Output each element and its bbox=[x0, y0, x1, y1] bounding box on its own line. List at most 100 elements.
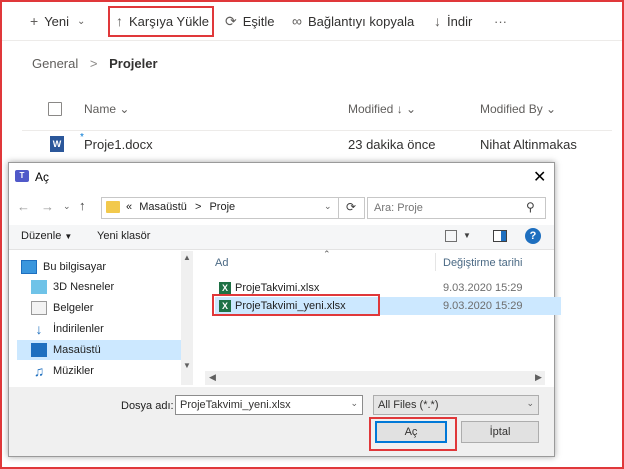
help-icon[interactable]: ? bbox=[525, 228, 541, 244]
sync-label: Eşitle bbox=[242, 13, 275, 29]
close-icon[interactable]: ✕ bbox=[533, 167, 546, 187]
view-options-icon[interactable] bbox=[445, 230, 457, 242]
nav-item-label: 3D Nesneler bbox=[53, 281, 115, 293]
file-type-select[interactable]: All Files (*.*) ⌄ bbox=[373, 395, 539, 415]
nav-item-desktop[interactable]: Masaüstü bbox=[17, 340, 187, 360]
nav-scrollbar[interactable]: ▼ ▲ bbox=[181, 251, 193, 385]
organize-button[interactable]: Düzenle ▼ bbox=[21, 230, 72, 242]
sort-up-arrow-icon: ⌃ bbox=[323, 249, 331, 259]
filename-value: ProjeTakvimi_yeni.xlsx bbox=[180, 399, 291, 411]
address-path: « Masaüstü > Proje bbox=[126, 201, 235, 213]
breadcrumb-parent[interactable]: General bbox=[32, 56, 78, 71]
screenshot-frame: + Yeni ⌄ ↑ Karşıya Yükle ⟳ Eşitle ∞ Bağl… bbox=[0, 0, 624, 469]
modified-by-column-header[interactable]: Modified By ⌄ bbox=[480, 102, 556, 116]
breadcrumb-separator-icon: > bbox=[89, 56, 98, 71]
file-name-link[interactable]: Proje1.docx bbox=[84, 137, 153, 152]
nav-item-label: Belgeler bbox=[53, 302, 94, 314]
folder-icon bbox=[106, 201, 120, 213]
more-button[interactable]: ··· bbox=[494, 12, 507, 30]
selected-file-highlight bbox=[212, 294, 380, 316]
music-note-icon: ♫ bbox=[33, 363, 45, 379]
link-icon: ∞ bbox=[292, 13, 302, 29]
dropdown-triangle-icon: ▼ bbox=[64, 232, 73, 241]
nav-item-3d-objects[interactable]: 3D Nesneler bbox=[17, 277, 189, 297]
upload-button[interactable]: ↑ Karşıya Yükle bbox=[116, 12, 209, 30]
nav-item-label: İndirilenler bbox=[53, 323, 104, 335]
breadcrumb-current: Projeler bbox=[109, 56, 158, 71]
open-file-dialog: T Aç ✕ ← → ⌄ ↑ « Masaüstü > Proje ⌄ ⟳ ⚲ bbox=[8, 162, 561, 457]
open-button[interactable]: Aç bbox=[375, 421, 447, 443]
path-segment-desktop[interactable]: Masaüstü bbox=[139, 201, 187, 213]
scroll-right-icon[interactable]: ▶ bbox=[535, 372, 542, 383]
copy-link-button[interactable]: ∞ Bağlantıyı kopyala bbox=[292, 12, 414, 30]
file-type-value: All Files (*.*) bbox=[378, 399, 439, 411]
chevron-down-icon: ⌄ bbox=[546, 102, 557, 116]
modified-column-header[interactable]: Modified ↓ ⌄ bbox=[348, 102, 416, 116]
command-bar: + Yeni ⌄ ↑ Karşıya Yükle ⟳ Eşitle ∞ Bağl… bbox=[2, 2, 622, 40]
horizontal-scrollbar[interactable]: ◀ ▶ bbox=[205, 371, 545, 385]
view-dropdown-triangle-icon[interactable]: ▼ bbox=[463, 231, 471, 240]
table-row[interactable]: W * Proje1.docx 23 dakika önce Nihat Alt… bbox=[22, 130, 612, 159]
up-arrow-icon[interactable]: ↑ bbox=[79, 198, 86, 213]
scroll-down-icon[interactable]: ▼ bbox=[183, 361, 191, 370]
cancel-button[interactable]: İptal bbox=[461, 421, 539, 443]
modified-header-label: Modified bbox=[348, 102, 394, 116]
back-arrow-icon[interactable]: ← bbox=[17, 199, 30, 214]
dialog-command-bar: Düzenle ▼ Yeni klasör ▼ ? bbox=[9, 225, 554, 250]
address-divider bbox=[338, 198, 339, 218]
nav-item-music[interactable]: ♫ Müzikler bbox=[17, 361, 189, 381]
path-separator-icon[interactable]: > bbox=[195, 201, 201, 213]
header-divider bbox=[435, 253, 436, 271]
refresh-icon[interactable]: ⟳ bbox=[346, 200, 356, 214]
path-overflow-icon[interactable]: « bbox=[126, 201, 132, 213]
forward-arrow-icon[interactable]: → bbox=[41, 199, 54, 214]
sync-icon: ⟳ bbox=[225, 12, 237, 29]
navigation-pane: Bu bilgisayar 3D Nesneler Belgeler ↓ İnd… bbox=[17, 253, 197, 385]
list-header-name[interactable]: Ad bbox=[215, 257, 228, 269]
list-item-date: 9.03.2020 15:29 bbox=[443, 300, 523, 312]
filename-dropdown-icon[interactable]: ⌄ bbox=[350, 398, 358, 409]
address-dropdown-icon[interactable]: ⌄ bbox=[324, 201, 332, 212]
name-column-header[interactable]: Name ⌄ bbox=[84, 102, 129, 116]
word-document-icon: W bbox=[50, 136, 64, 152]
list-item-name: ProjeTakvimi.xlsx bbox=[235, 282, 320, 294]
modified-by-header-label: Modified By bbox=[480, 102, 543, 116]
download-arrow-icon: ↓ bbox=[35, 321, 43, 337]
sort-down-arrow-icon: ↓ bbox=[396, 102, 403, 116]
nav-item-downloads[interactable]: ↓ İndirilenler bbox=[17, 319, 189, 339]
download-arrow-icon: ↓ bbox=[434, 13, 441, 29]
toolbar-divider bbox=[2, 40, 622, 41]
scroll-left-icon[interactable]: ◀ bbox=[209, 372, 216, 383]
new-label: Yeni bbox=[44, 13, 70, 29]
dialog-title: Aç bbox=[35, 170, 50, 184]
file-modified: 23 dakika önce bbox=[348, 137, 436, 152]
file-type-header-icon bbox=[48, 102, 62, 116]
new-folder-button[interactable]: Yeni klasör bbox=[97, 230, 150, 242]
new-button[interactable]: + Yeni ⌄ bbox=[30, 12, 91, 30]
path-segment-project[interactable]: Proje bbox=[209, 201, 235, 213]
search-input[interactable] bbox=[368, 198, 526, 218]
filename-label: Dosya adı: bbox=[121, 400, 174, 412]
name-header-label: Name bbox=[84, 102, 117, 116]
nav-item-this-pc[interactable]: Bu bilgisayar bbox=[17, 257, 189, 277]
scroll-up-icon[interactable]: ▲ bbox=[183, 253, 191, 262]
chevron-down-icon: ⌄ bbox=[406, 102, 417, 116]
plus-icon: + bbox=[30, 13, 39, 29]
filename-input[interactable]: ProjeTakvimi_yeni.xlsx ⌄ bbox=[175, 395, 363, 415]
sync-button[interactable]: ⟳ Eşitle bbox=[225, 12, 275, 30]
download-label: İndir bbox=[447, 13, 473, 29]
nav-item-documents[interactable]: Belgeler bbox=[17, 298, 189, 318]
breadcrumb: General > Projeler bbox=[32, 56, 158, 71]
nav-item-label: Bu bilgisayar bbox=[43, 261, 106, 273]
search-box[interactable]: ⚲ bbox=[367, 197, 546, 219]
file-type-dropdown-icon[interactable]: ⌄ bbox=[526, 398, 534, 409]
desktop-icon bbox=[31, 343, 47, 357]
upload-arrow-icon: ↑ bbox=[116, 13, 123, 29]
list-header-date[interactable]: Değiştirme tarihi bbox=[443, 257, 522, 269]
address-bar[interactable]: « Masaüstü > Proje ⌄ ⟳ bbox=[101, 197, 365, 219]
upload-label: Karşıya Yükle bbox=[129, 13, 209, 29]
recent-locations-chevron-icon[interactable]: ⌄ bbox=[63, 201, 71, 212]
dialog-titlebar: T Aç ✕ bbox=[9, 163, 554, 191]
preview-pane-icon[interactable] bbox=[493, 230, 507, 242]
download-button[interactable]: ↓ İndir bbox=[434, 12, 472, 30]
